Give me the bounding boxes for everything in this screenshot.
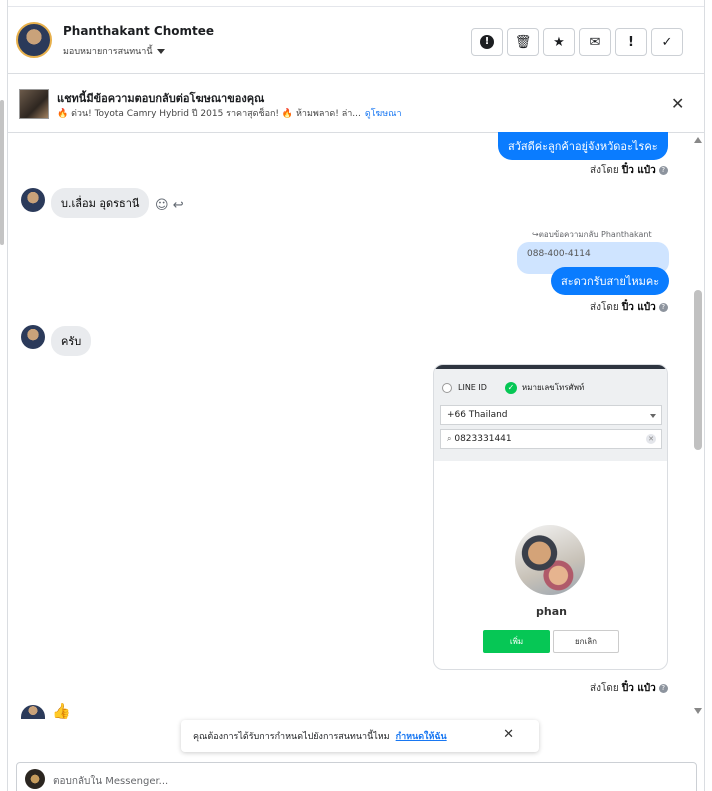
sent-by-label: ส่งโดย ปิ๋ว แป๋ว?	[590, 681, 668, 696]
ad-title: แชทนี้มีข้อความตอบกลับต่อโฆษณาของคุณ	[57, 92, 265, 105]
trash-icon: 🗑	[514, 34, 532, 50]
sent-prefix: ส่งโดย	[590, 683, 619, 694]
image-attachment[interactable]: LINE ID ✓ หมายเลขโทรศัพท์ +66 Thailand ⌕ …	[433, 364, 668, 670]
radio-phone-label: หมายเลขโทรศัพท์	[521, 383, 585, 392]
cancel-button[interactable]: ยกเลิก	[553, 630, 619, 653]
incoming-message[interactable]: บ.เลื่อม อุดรธานี	[51, 188, 150, 218]
scrollbar-thumb[interactable]	[694, 290, 702, 450]
ad-thumbnail[interactable]	[19, 89, 49, 119]
left-scrollbar[interactable]	[0, 100, 4, 245]
country-value: +66 Thailand	[447, 410, 508, 420]
help-icon[interactable]: ?	[658, 683, 668, 693]
phone-value: 0823331441	[454, 434, 512, 444]
reply-composer[interactable]: ตอบกลับใน Messenger...	[16, 762, 697, 791]
add-friend-form: LINE ID ✓ หมายเลขโทรศัพท์ +66 Thailand ⌕ …	[434, 365, 667, 461]
sent-by-label: ส่งโดย ปิ๋ว แป๋ว?	[590, 300, 668, 315]
view-ad-link[interactable]: ดูโฆษณา	[365, 109, 402, 119]
alert-circle-icon: !	[480, 35, 494, 49]
message-actions: ☺ ↩	[155, 198, 184, 213]
chat-panel: Phanthakant Chomtee มอบหมายการสนทนานี้ !…	[0, 0, 712, 791]
phone-search-input[interactable]: ⌕ 0823331441 ✕	[440, 429, 662, 449]
radio-line-id[interactable]	[442, 382, 452, 393]
exclamation-icon: !	[628, 34, 634, 50]
delete-button[interactable]: 🗑	[507, 28, 539, 56]
caret-down-icon	[156, 49, 165, 54]
ad-subtitle: 🔥 ด่วน! Toyota Camry Hybrid ปี 2015 ราคา…	[57, 106, 402, 120]
ad-reply-banner: แชทนี้มีข้อความตอบกลับต่อโฆษณาของคุณ 🔥 ด…	[8, 74, 704, 133]
contact-avatar-small[interactable]	[21, 325, 45, 349]
sent-prefix: ส่งโดย	[590, 165, 619, 176]
reply-icon[interactable]: ↩	[173, 198, 184, 213]
sent-by-label: ส่งโดย ปิ๋ว แป๋ว?	[590, 163, 668, 178]
check-icon: ✓	[661, 34, 673, 50]
page-avatar	[25, 769, 45, 789]
ad-text: 🔥 ด่วน! Toyota Camry Hybrid ปี 2015 ราคา…	[57, 109, 361, 119]
checkmark-icon[interactable]: ✓	[504, 381, 517, 394]
clear-icon[interactable]: ✕	[646, 434, 656, 444]
contact-avatar-small[interactable]	[21, 705, 45, 719]
contact-avatar-small[interactable]	[21, 188, 45, 212]
composer-placeholder[interactable]: ตอบกลับใน Messenger...	[53, 774, 168, 789]
radio-line-label: LINE ID	[458, 383, 487, 392]
sender-name: ปิ๋ว แป๋ว	[621, 302, 656, 313]
country-select[interactable]: +66 Thailand	[440, 405, 662, 425]
star-button[interactable]: ★	[543, 28, 575, 56]
contact-avatar[interactable]	[16, 22, 52, 58]
search-type-row: LINE ID ✓ หมายเลขโทรศัพท์	[442, 381, 584, 394]
scroll-up-arrow-icon[interactable]	[694, 137, 702, 143]
alert-button[interactable]: !	[471, 28, 503, 56]
star-icon: ★	[553, 34, 565, 50]
conversation-header: Phanthakant Chomtee มอบหมายการสนทนานี้ !…	[8, 6, 704, 74]
profile-photo	[515, 525, 585, 595]
spam-button[interactable]: !	[615, 28, 647, 56]
assign-toast: คุณต้องการได้รับการกำหนดไปยังการสนทนานี้…	[181, 720, 539, 752]
help-icon[interactable]: ?	[658, 165, 668, 175]
emoji-reaction-icon[interactable]: ☺	[155, 198, 169, 213]
assign-to-me-link[interactable]: กำหนดให้ฉัน	[396, 732, 447, 742]
profile-name: phan	[536, 605, 567, 618]
outgoing-message[interactable]: สะดวกรับสายไหมคะ	[551, 267, 670, 295]
outgoing-message[interactable]: สวัสดีค่ะลูกค้าอยู่จังหวัดอะไรคะ	[498, 132, 668, 160]
scroll-down-arrow-icon[interactable]	[694, 708, 702, 714]
mail-icon: ✉	[589, 34, 601, 50]
add-friend-button[interactable]: เพิ่ม	[483, 630, 550, 653]
mark-unread-button[interactable]: ✉	[579, 28, 611, 56]
assign-label: มอบหมายการสนทนานี้	[63, 47, 153, 57]
contact-name[interactable]: Phanthakant Chomtee	[63, 24, 214, 38]
search-icon: ⌕	[447, 434, 452, 443]
sender-name: ปิ๋ว แป๋ว	[621, 165, 656, 176]
toast-text: คุณต้องการได้รับการกำหนดไปยังการสนทนานี้…	[193, 732, 390, 742]
assign-dropdown[interactable]: มอบหมายการสนทนานี้	[63, 44, 165, 58]
reply-note: ↪ตอบข้อความกลับ Phanthakant	[532, 230, 652, 239]
chevron-down-icon	[650, 414, 656, 418]
sent-prefix: ส่งโดย	[590, 302, 619, 313]
panel-right-border	[704, 0, 705, 791]
sender-name: ปิ๋ว แป๋ว	[621, 683, 656, 694]
thumbs-up-sticker[interactable]: 👍	[52, 702, 71, 719]
incoming-message[interactable]: ครับ	[51, 326, 92, 356]
done-button[interactable]: ✓	[651, 28, 683, 56]
close-icon[interactable]: ✕	[503, 727, 514, 742]
close-icon[interactable]: ✕	[671, 94, 684, 113]
help-icon[interactable]: ?	[658, 302, 668, 312]
